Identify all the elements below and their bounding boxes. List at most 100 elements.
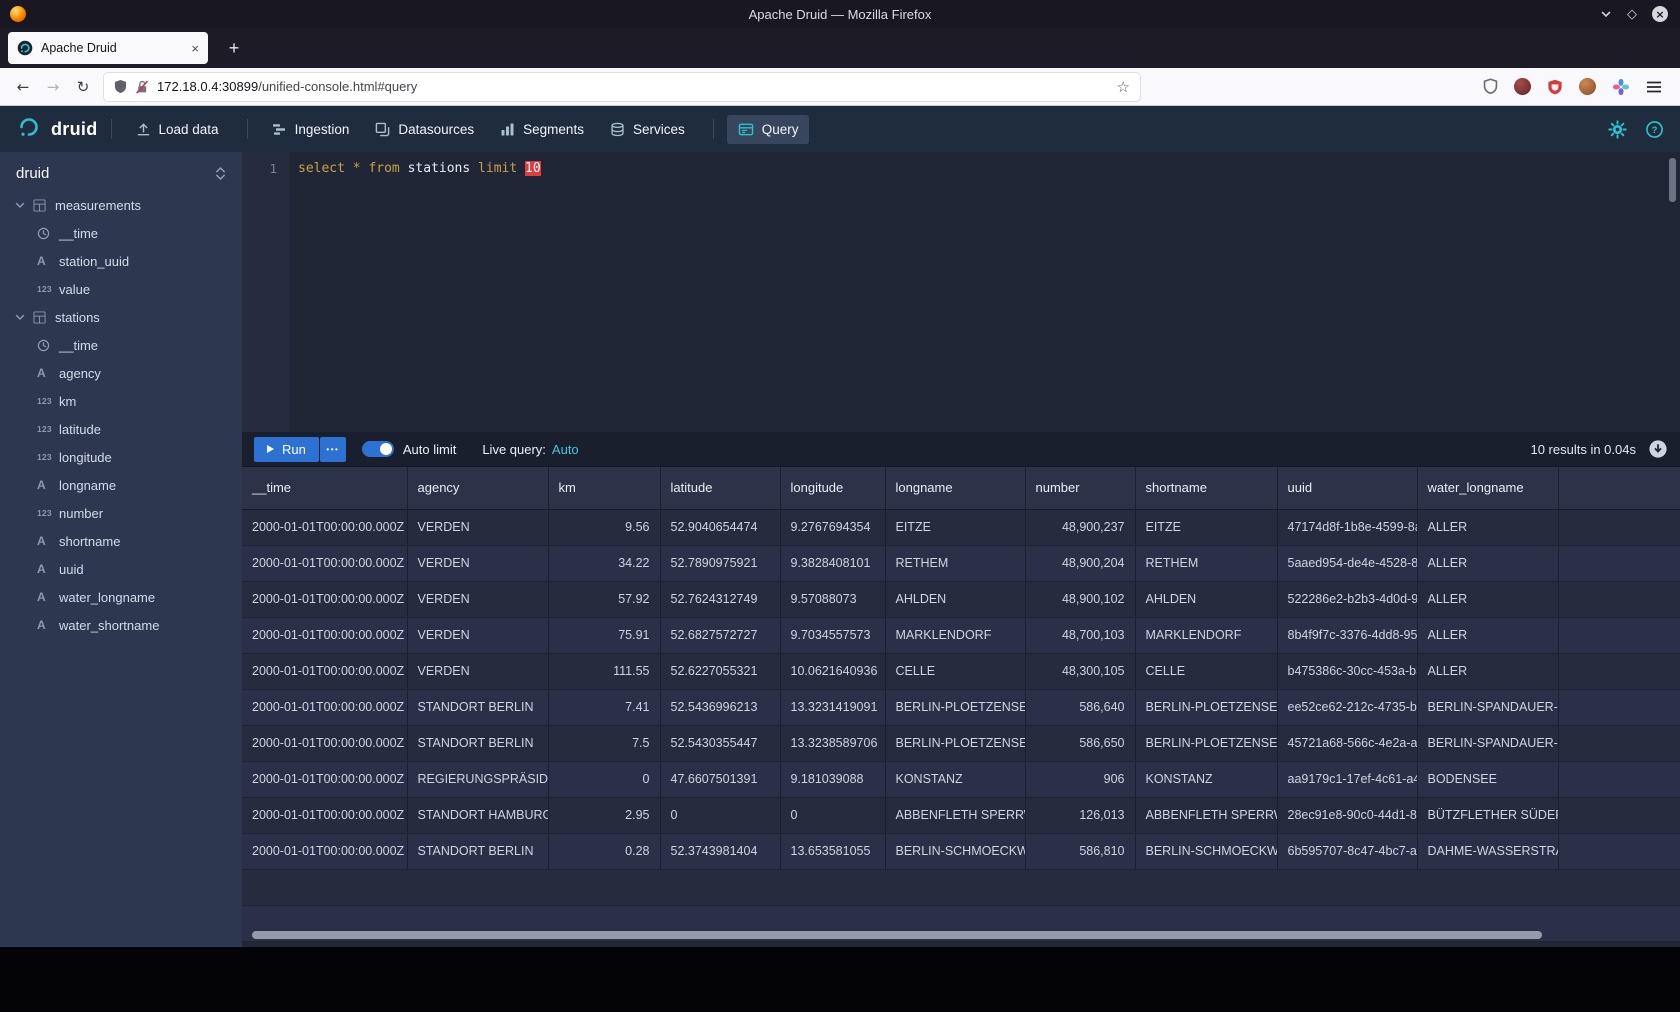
download-results-icon[interactable] xyxy=(1648,439,1668,459)
tree-table-stations[interactable]: stations xyxy=(0,303,242,331)
cell-latitude[interactable]: 52.6827572727 xyxy=(660,617,780,653)
back-button[interactable]: ← xyxy=(8,72,38,102)
cell-longname[interactable]: AHLDEN xyxy=(885,581,1025,617)
bookmark-star-icon[interactable]: ☆ xyxy=(1117,78,1130,96)
window-close-button[interactable]: × xyxy=(1652,6,1668,22)
cell-km[interactable]: 0 xyxy=(548,761,660,797)
cell-__time[interactable]: 2000-01-01T00:00:00.000Z xyxy=(242,617,407,653)
nav-item-datasources[interactable]: Datasources xyxy=(364,115,485,144)
cell-uuid[interactable]: 522286e2-b2b3-4d0d-9a xyxy=(1277,581,1417,617)
run-more-button[interactable]: ••• xyxy=(320,437,346,462)
cell-latitude[interactable]: 52.6227055321 xyxy=(660,653,780,689)
tree-column-station_uuid[interactable]: Astation_uuid xyxy=(0,247,242,275)
tree-column-water_longname[interactable]: Awater_longname xyxy=(0,583,242,611)
shield-extension-icon[interactable] xyxy=(1483,78,1498,95)
cell-number[interactable]: 48,900,237 xyxy=(1025,509,1135,545)
nav-item-segments[interactable]: Segments xyxy=(489,115,595,144)
cell-longname[interactable]: BERLIN-PLOETZENSEE U xyxy=(885,725,1025,761)
editor-scrollbar[interactable] xyxy=(1669,158,1676,202)
menu-button[interactable] xyxy=(1646,80,1662,94)
cell-longitude[interactable]: 13.3231419091 xyxy=(780,689,885,725)
cell-longitude[interactable]: 9.2767694354 xyxy=(780,509,885,545)
cell-km[interactable]: 75.91 xyxy=(548,617,660,653)
cell-longname[interactable]: ABBENFLETH SPERRWER xyxy=(885,797,1025,833)
cell-__time[interactable]: 2000-01-01T00:00:00.000Z xyxy=(242,761,407,797)
ublock-origin-icon[interactable] xyxy=(1547,79,1563,95)
column-header-water_longname[interactable]: water_longname xyxy=(1417,467,1558,509)
cell-longitude[interactable]: 13.3238589706 xyxy=(780,725,885,761)
settings-gear-icon[interactable] xyxy=(1608,120,1627,139)
cell-uuid[interactable]: b475386c-30cc-453a-b3 xyxy=(1277,653,1417,689)
cell-agency[interactable]: STANDORT BERLIN xyxy=(407,833,548,869)
cell-shortname[interactable]: RETHEM xyxy=(1135,545,1277,581)
window-maximize-button[interactable]: ◇ xyxy=(1627,7,1637,22)
column-header-latitude[interactable]: latitude xyxy=(660,467,780,509)
sidebar-sort-icon[interactable] xyxy=(215,166,226,181)
cell-water_longname[interactable]: BERLIN-SPANDAUER-S xyxy=(1417,725,1558,761)
druid-logo[interactable]: druid xyxy=(16,114,98,145)
cell-km[interactable]: 2.95 xyxy=(548,797,660,833)
query-text[interactable]: select * from stations limit 10 xyxy=(290,152,1680,432)
insecure-lock-icon[interactable] xyxy=(135,79,149,95)
cell-uuid[interactable]: 45721a68-566c-4e2a-a6 xyxy=(1277,725,1417,761)
cell-number[interactable]: 48,300,105 xyxy=(1025,653,1135,689)
auto-limit-toggle[interactable] xyxy=(362,441,394,457)
tree-column-__time[interactable]: __time xyxy=(0,331,242,359)
cell-agency[interactable]: STANDORT BERLIN xyxy=(407,725,548,761)
cell-uuid[interactable]: 28ec91e8-90c0-44d1-8f xyxy=(1277,797,1417,833)
cell-agency[interactable]: VERDEN xyxy=(407,653,548,689)
tree-column-water_shortname[interactable]: Awater_shortname xyxy=(0,611,242,639)
cell-__time[interactable]: 2000-01-01T00:00:00.000Z xyxy=(242,833,407,869)
cell-km[interactable]: 111.55 xyxy=(548,653,660,689)
cell-longitude[interactable]: 9.3828408101 xyxy=(780,545,885,581)
cell-__time[interactable]: 2000-01-01T00:00:00.000Z xyxy=(242,509,407,545)
run-button[interactable]: Run xyxy=(254,437,319,462)
cell-agency[interactable]: REGIERUNGSPRÄSIDIUM xyxy=(407,761,548,797)
cell-longitude[interactable]: 0 xyxy=(780,797,885,833)
cell-uuid[interactable]: 47174d8f-1b8e-4599-8a xyxy=(1277,509,1417,545)
cell-agency[interactable]: VERDEN xyxy=(407,545,548,581)
cell-__time[interactable]: 2000-01-01T00:00:00.000Z xyxy=(242,581,407,617)
cell-number[interactable]: 586,640 xyxy=(1025,689,1135,725)
cell-longname[interactable]: MARKLENDORF xyxy=(885,617,1025,653)
cell-shortname[interactable]: BERLIN-PLOETZENSEE U xyxy=(1135,725,1277,761)
column-header-number[interactable]: number xyxy=(1025,467,1135,509)
cell-number[interactable]: 586,810 xyxy=(1025,833,1135,869)
cell-longname[interactable]: BERLIN-PLOETZENSEE C xyxy=(885,689,1025,725)
cell-agency[interactable]: VERDEN xyxy=(407,581,548,617)
cell-uuid[interactable]: aa9179c1-17ef-4c61-a48 xyxy=(1277,761,1417,797)
column-header-shortname[interactable]: shortname xyxy=(1135,467,1277,509)
cell-shortname[interactable]: ABBENFLETH SPERRWER xyxy=(1135,797,1277,833)
cell-latitude[interactable]: 47.6607501391 xyxy=(660,761,780,797)
live-query-value[interactable]: Auto xyxy=(552,442,579,457)
tree-column-number[interactable]: 123number xyxy=(0,499,242,527)
cell-water_longname[interactable]: ALLER xyxy=(1417,509,1558,545)
pinwheel-extension-icon[interactable] xyxy=(1612,78,1630,96)
cell-latitude[interactable]: 0 xyxy=(660,797,780,833)
cell-__time[interactable]: 2000-01-01T00:00:00.000Z xyxy=(242,797,407,833)
cell-km[interactable]: 7.41 xyxy=(548,689,660,725)
account-avatar-icon[interactable] xyxy=(1514,78,1531,95)
cell-latitude[interactable]: 52.7624312749 xyxy=(660,581,780,617)
cell-water_longname[interactable]: BERLIN-SPANDAUER-S xyxy=(1417,689,1558,725)
column-header-__time[interactable]: __time xyxy=(242,467,407,509)
cell-shortname[interactable]: CELLE xyxy=(1135,653,1277,689)
window-minimize-button[interactable] xyxy=(1600,8,1612,20)
cell-shortname[interactable]: MARKLENDORF xyxy=(1135,617,1277,653)
cell-shortname[interactable]: EITZE xyxy=(1135,509,1277,545)
cell-number[interactable]: 586,650 xyxy=(1025,725,1135,761)
cell-__time[interactable]: 2000-01-01T00:00:00.000Z xyxy=(242,545,407,581)
cell-longitude[interactable]: 9.181039088 xyxy=(780,761,885,797)
cell-latitude[interactable]: 52.7890975921 xyxy=(660,545,780,581)
tree-column-km[interactable]: 123km xyxy=(0,387,242,415)
cell-longitude[interactable]: 10.0621640936 xyxy=(780,653,885,689)
cell-number[interactable]: 48,700,103 xyxy=(1025,617,1135,653)
cell-km[interactable]: 0.28 xyxy=(548,833,660,869)
cell-latitude[interactable]: 52.5436996213 xyxy=(660,689,780,725)
cell-latitude[interactable]: 52.9040654474 xyxy=(660,509,780,545)
cell-water_longname[interactable]: ALLER xyxy=(1417,617,1558,653)
cell-agency[interactable]: STANDORT HAMBURG xyxy=(407,797,548,833)
tree-column-longname[interactable]: Alongname xyxy=(0,471,242,499)
cell-__time[interactable]: 2000-01-01T00:00:00.000Z xyxy=(242,653,407,689)
cell-water_longname[interactable]: DAHME-WASSERSTRAS xyxy=(1417,833,1558,869)
